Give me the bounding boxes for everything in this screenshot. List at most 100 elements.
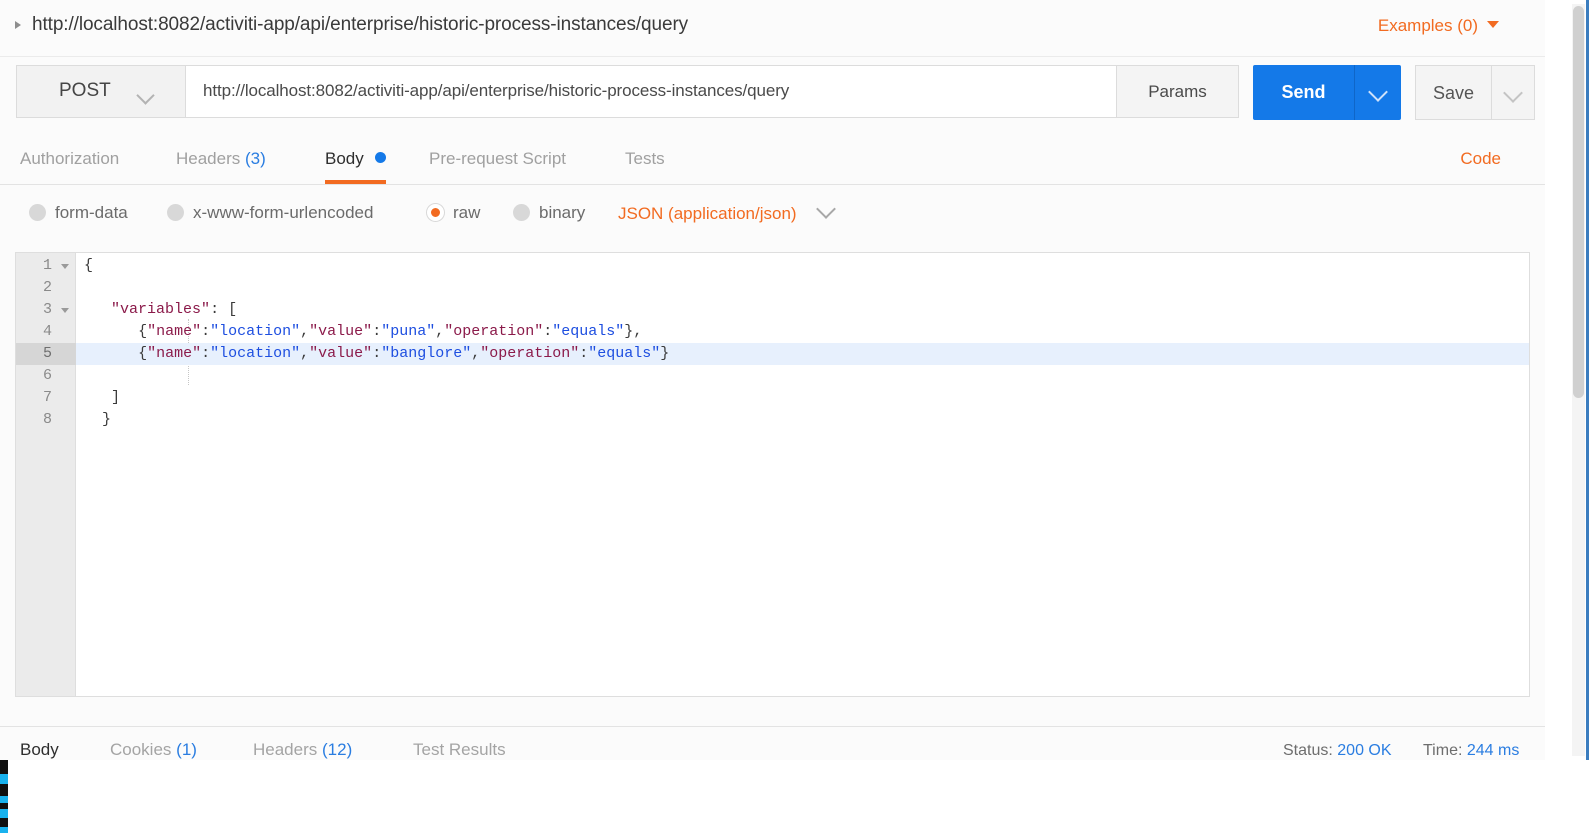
params-button-label: Params <box>1148 82 1207 101</box>
radio-icon <box>513 204 530 221</box>
tab-label: Test Results <box>413 740 506 759</box>
save-options-button[interactable] <box>1491 65 1535 120</box>
clipped-strip-segment-3 <box>0 796 8 803</box>
gutter-line-1: 1 <box>16 255 76 277</box>
request-body-editor[interactable]: 1 2 3 4 5 6 7 8 { "variables": [ {"name":"locat… <box>15 252 1530 697</box>
radio-binary[interactable]: binary <box>513 203 585 223</box>
line-number: 2 <box>42 279 52 296</box>
radio-label: x-www-form-urlencoded <box>193 203 374 222</box>
gutter-line-5: 5 <box>16 343 76 365</box>
code-line-7[interactable]: ] <box>76 387 1529 409</box>
tab-label: Cookies <box>110 740 172 759</box>
tab-label: Body <box>325 149 364 168</box>
status-value: 200 OK <box>1337 742 1392 759</box>
body-type-options: form-data x-www-form-urlencoded raw bina… <box>0 184 1545 246</box>
tab-tests[interactable]: Tests <box>625 136 665 184</box>
tab-label: Authorization <box>20 149 120 168</box>
method-select[interactable]: POST <box>16 65 185 118</box>
gutter-line-7: 7 <box>16 387 76 409</box>
editor-code-area[interactable]: { "variables": [ {"name":"location","val… <box>76 253 1529 696</box>
postman-app-window: http://localhost:8082/activiti-app/api/e… <box>0 0 1589 833</box>
code-link[interactable]: Code <box>1460 149 1501 169</box>
fold-arrow-icon[interactable] <box>61 264 69 269</box>
response-tab-test-results[interactable]: Test Results <box>413 740 506 760</box>
response-tab-cookies[interactable]: Cookies (1) <box>110 740 197 760</box>
request-url-row: POST http://localhost:8082/activiti-app/… <box>0 56 1545 136</box>
chevron-down-icon <box>136 86 155 105</box>
examples-label: Examples (0) <box>1377 16 1478 35</box>
url-input-value: http://localhost:8082/activiti-app/api/e… <box>203 81 790 100</box>
save-button[interactable]: Save <box>1415 65 1491 120</box>
clipped-strip-segment-5 <box>0 809 8 818</box>
line-number: 4 <box>42 323 52 340</box>
code-line-8[interactable]: } <box>76 409 1529 431</box>
send-button[interactable]: Send <box>1253 65 1354 120</box>
response-status: Status: 200 OK <box>1283 742 1392 760</box>
clipped-strip-segment-1 <box>0 774 8 784</box>
chevron-down-icon <box>815 199 836 219</box>
time-value: 244 ms <box>1466 742 1520 759</box>
response-tab-headers[interactable]: Headers (12) <box>253 740 352 760</box>
radio-selected-icon <box>427 204 444 221</box>
tab-body[interactable]: Body <box>325 136 387 184</box>
response-time: Time: 244 ms <box>1423 742 1519 760</box>
clipped-strip-segment-7 <box>0 827 8 833</box>
send-options-button[interactable] <box>1354 65 1401 120</box>
radio-label: binary <box>539 203 586 222</box>
examples-dropdown[interactable]: Examples (0) <box>1378 16 1499 36</box>
request-title-row: http://localhost:8082/activiti-app/api/e… <box>0 0 1545 57</box>
tab-count: (12) <box>322 740 353 759</box>
line-number: 8 <box>42 411 52 428</box>
expand-caret-icon[interactable] <box>15 21 21 29</box>
page-scrollbar-thumb[interactable] <box>1573 6 1584 398</box>
clipped-strip-segment-6 <box>0 818 8 827</box>
gutter-line-8: 8 <box>16 409 76 431</box>
tab-label: Tests <box>625 149 665 168</box>
send-button-label: Send <box>1281 82 1326 102</box>
tab-label: Headers <box>176 149 241 168</box>
radio-form-data[interactable]: form-data <box>29 203 128 223</box>
chevron-down-icon <box>1503 83 1523 103</box>
tab-authorization[interactable]: Authorization <box>20 136 119 184</box>
params-button[interactable]: Params <box>1117 65 1239 118</box>
line-number: 5 <box>42 345 52 362</box>
url-input[interactable]: http://localhost:8082/activiti-app/api/e… <box>185 65 1117 118</box>
tab-label: Body <box>20 740 59 759</box>
code-line-3[interactable]: "variables": [ <box>76 299 1529 321</box>
request-tabs: Authorization Headers (3) Body Pre-reque… <box>0 136 1545 185</box>
gutter-line-3: 3 <box>16 299 76 321</box>
line-number: 6 <box>42 367 52 384</box>
clipped-background-strip <box>0 760 1589 833</box>
gutter-line-4: 4 <box>16 321 76 343</box>
chevron-down-icon <box>1368 82 1388 102</box>
code-line-1[interactable]: { <box>76 255 1529 277</box>
radio-icon <box>29 204 46 221</box>
radio-label: raw <box>453 203 481 222</box>
chevron-down-icon <box>1487 21 1499 28</box>
gutter-line-6: 6 <box>16 365 76 387</box>
response-tab-body[interactable]: Body <box>20 740 59 760</box>
radio-icon <box>167 204 184 221</box>
line-number: 7 <box>42 389 52 406</box>
tab-headers[interactable]: Headers (3) <box>176 136 266 184</box>
content-type-label: JSON (application/json) <box>618 204 797 223</box>
tab-pre-request-script[interactable]: Pre-request Script <box>429 136 566 184</box>
radio-x-www-form-urlencoded[interactable]: x-www-form-urlencoded <box>167 203 373 223</box>
code-line-6[interactable] <box>76 365 1529 387</box>
clipped-code-column <box>0 760 8 833</box>
unsaved-dot-icon <box>375 152 387 163</box>
request-title-url: http://localhost:8082/activiti-app/api/e… <box>32 14 689 35</box>
line-number: 1 <box>42 257 52 274</box>
radio-label: form-data <box>55 203 128 222</box>
fold-arrow-icon[interactable] <box>61 308 69 313</box>
radio-raw[interactable]: raw <box>427 203 480 223</box>
gutter-line-2: 2 <box>16 277 76 299</box>
content-type-dropdown[interactable]: JSON (application/json) <box>618 199 836 224</box>
tab-count: (3) <box>245 149 266 168</box>
request-pane: http://localhost:8082/activiti-app/api/e… <box>0 0 1545 726</box>
clipped-strip-segment-2 <box>0 784 8 796</box>
time-label: Time: <box>1423 742 1463 759</box>
code-line-2[interactable] <box>76 277 1529 299</box>
code-line-4[interactable]: {"name":"location","value":"puna","opera… <box>76 321 1529 343</box>
code-line-5[interactable]: {"name":"location","value":"banglore","o… <box>76 343 1529 365</box>
